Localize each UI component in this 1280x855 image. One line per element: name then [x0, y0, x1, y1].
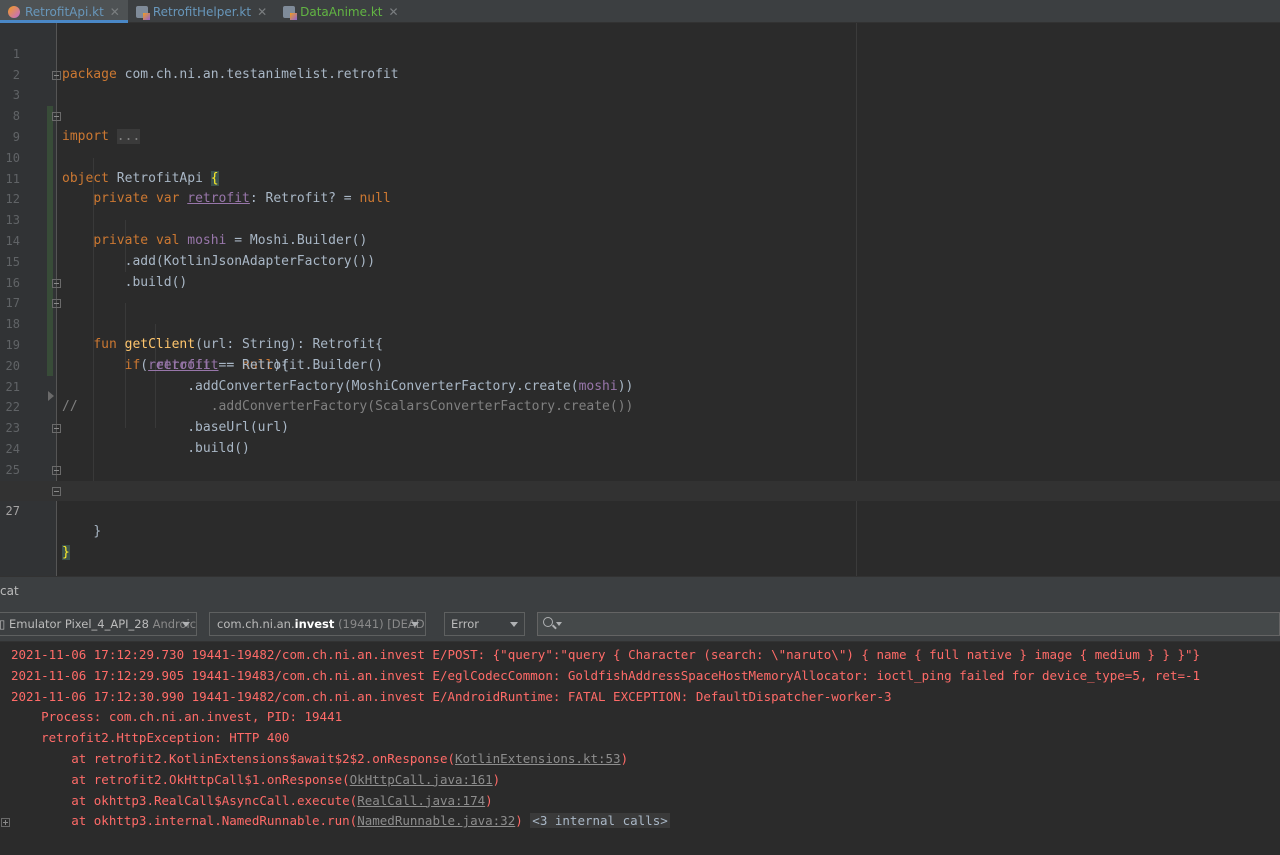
tab-retrofitapi[interactable]: RetrofitApi.kt ✕: [0, 0, 128, 23]
code-line[interactable]: 24 }: [0, 418, 1280, 498]
tab-label: RetrofitApi.kt: [25, 4, 104, 19]
log-line[interactable]: at okhttp3.RealCall$AsyncCall.execute(Re…: [11, 791, 493, 812]
stack-frame: at retrofit2.KotlinExtensions$await$2$2.…: [11, 751, 456, 766]
tab-label: DataAnime.kt: [300, 4, 383, 19]
code-line[interactable]: 21 // .addConverterFactory(ScalarsConver…: [0, 356, 1280, 415]
fold-toggle-icon[interactable]: [52, 112, 61, 122]
fold-toggle-icon[interactable]: [52, 70, 61, 80]
chevron-down-icon[interactable]: [556, 622, 562, 626]
code-line[interactable]: 12: [0, 169, 1280, 206]
process-name-bold: invest: [294, 617, 335, 631]
code-line[interactable]: 9 object RetrofitApi {: [0, 106, 1280, 186]
chevron-down-icon: [510, 622, 518, 627]
chevron-down-icon: [411, 622, 419, 627]
stack-frame: at okhttp3.internal.NamedRunnable.run(: [11, 813, 358, 829]
log-level-select[interactable]: Error: [444, 612, 525, 636]
kotlin-file-icon: [135, 5, 150, 20]
panel-title: cat: [0, 584, 19, 598]
code-line[interactable]: 2: [0, 44, 1280, 82]
stack-frame: ): [620, 751, 629, 766]
search-icon: [543, 617, 553, 627]
device-select[interactable]: ▯ Emulator Pixel_4_API_28 Androic: [0, 612, 197, 636]
log-line[interactable]: retrofit2.HttpException: HTTP 400: [11, 728, 289, 749]
close-icon[interactable]: ✕: [388, 5, 398, 19]
stack-frame: at retrofit2.OkHttpCall$1.onResponse(: [11, 771, 350, 787]
fold-toggle-icon[interactable]: [52, 278, 61, 288]
chevron-down-icon: [182, 622, 190, 627]
stack-frame: ): [492, 771, 501, 787]
log-level-value: Error: [451, 617, 480, 631]
kotlin-object-icon: [8, 5, 20, 18]
logcat-output[interactable]: 2021-11-06 17:12:29.730 19441-19482/com.…: [0, 642, 1280, 855]
code-line[interactable]: 15 .build(): [0, 231, 1280, 290]
fold-toggle-icon[interactable]: [52, 486, 61, 496]
code-line[interactable]: 19 retrofit = Retrofit.Builder(): [0, 314, 1280, 373]
fold-toggle-icon[interactable]: [52, 465, 61, 475]
logcat-toolbar: ▯ Emulator Pixel_4_API_28 Androic com.ch…: [0, 604, 1280, 642]
code-line[interactable]: 3 import ...: [0, 65, 1280, 144]
logcat-search-input[interactable]: [537, 612, 1280, 636]
line-number: 27: [5, 504, 20, 519]
code-line[interactable]: 11 private var retrofit: Retrofit? = nul…: [0, 148, 1280, 207]
device-select-value: Emulator Pixel_4_API_28: [9, 617, 149, 631]
editor-tab-bar: RetrofitApi.kt ✕ RetrofitHelper.kt ✕ Dat…: [0, 0, 1280, 23]
code-line[interactable]: 20 .addConverterFactory(MoshiConverterFa…: [0, 335, 1280, 394]
code-line[interactable]: 26 }: [0, 460, 1280, 539]
code-line[interactable]: 25 return retrofit!!: [0, 439, 1280, 498]
current-code-line[interactable]: 27 }: [0, 480, 1280, 560]
log-line[interactable]: at retrofit2.OkHttpCall$1.onResponse(OkH…: [11, 770, 500, 791]
log-line[interactable]: 2021-11-06 17:12:30.990 19441-19482/com.…: [11, 687, 892, 708]
logcat-panel-header: cat: [0, 576, 1280, 604]
kotlin-file-icon: [283, 5, 298, 20]
expand-icon[interactable]: [1, 818, 10, 827]
tab-retrofithelper[interactable]: RetrofitHelper.kt ✕: [128, 0, 275, 23]
log-line[interactable]: 2021-11-06 17:12:29.905 19441-19483/com.…: [11, 666, 1200, 687]
fold-toggle-icon[interactable]: [52, 299, 61, 309]
matched-brace: }: [62, 544, 70, 560]
log-line[interactable]: at okhttp3.internal.NamedRunnable.run(Na…: [11, 811, 670, 832]
close-icon[interactable]: ✕: [110, 5, 120, 19]
process-select[interactable]: com.ch.ni.an.invest (19441) [DEAD]: [209, 612, 426, 636]
stack-frame: ): [485, 792, 493, 808]
log-line[interactable]: at retrofit2.KotlinExtensions$await$2$2.…: [11, 749, 628, 770]
code-line[interactable]: 10: [0, 127, 1280, 165]
source-link[interactable]: NamedRunnable.java:32: [357, 813, 515, 828]
code-line[interactable]: 22 .baseUrl(url): [0, 377, 1280, 435]
source-link[interactable]: OkHttpCall.java:161: [350, 772, 493, 787]
log-line[interactable]: 2021-11-06 17:12:29.730 19441-19482/com.…: [11, 645, 1200, 666]
process-name-prefix: com.ch.ni.an.: [217, 617, 295, 631]
code-text: }: [93, 524, 102, 540]
device-icon: ▯: [0, 617, 5, 631]
close-icon[interactable]: ✕: [257, 5, 267, 19]
log-line[interactable]: Process: com.ch.ni.an.invest, PID: 19441: [11, 707, 342, 728]
internal-calls-fold[interactable]: <3 internal calls>: [530, 813, 670, 829]
stack-frame: at okhttp3.RealCall$AsyncCall.execute(: [11, 792, 358, 808]
tab-label: RetrofitHelper.kt: [152, 4, 252, 19]
code-line[interactable]: 8: [0, 85, 1280, 123]
code-line[interactable]: 18 if(retrofit == null){: [0, 293, 1280, 373]
code-line[interactable]: 14 .add(KotlinJsonAdapterFactory()): [0, 210, 1280, 269]
code-line[interactable]: 1 package com.ch.ni.an.testanimelist.ret…: [0, 23, 1280, 82]
code-line[interactable]: 16: [0, 252, 1280, 290]
code-editor[interactable]: 1 package com.ch.ni.an.testanimelist.ret…: [0, 23, 1280, 576]
fold-toggle-icon[interactable]: [52, 424, 61, 434]
stack-frame: ): [515, 813, 523, 829]
code-line[interactable]: 17 fun getClient(url: String): Retrofit{: [0, 273, 1280, 352]
source-link[interactable]: RealCall.java:174: [357, 793, 485, 808]
tab-dataanime[interactable]: DataAnime.kt ✕: [275, 0, 406, 23]
code-line[interactable]: 13 private val moshi = Moshi.Builder(): [0, 189, 1280, 248]
code-line[interactable]: 23 .build(): [0, 397, 1280, 456]
source-link[interactable]: KotlinExtensions.kt:53: [455, 751, 621, 766]
